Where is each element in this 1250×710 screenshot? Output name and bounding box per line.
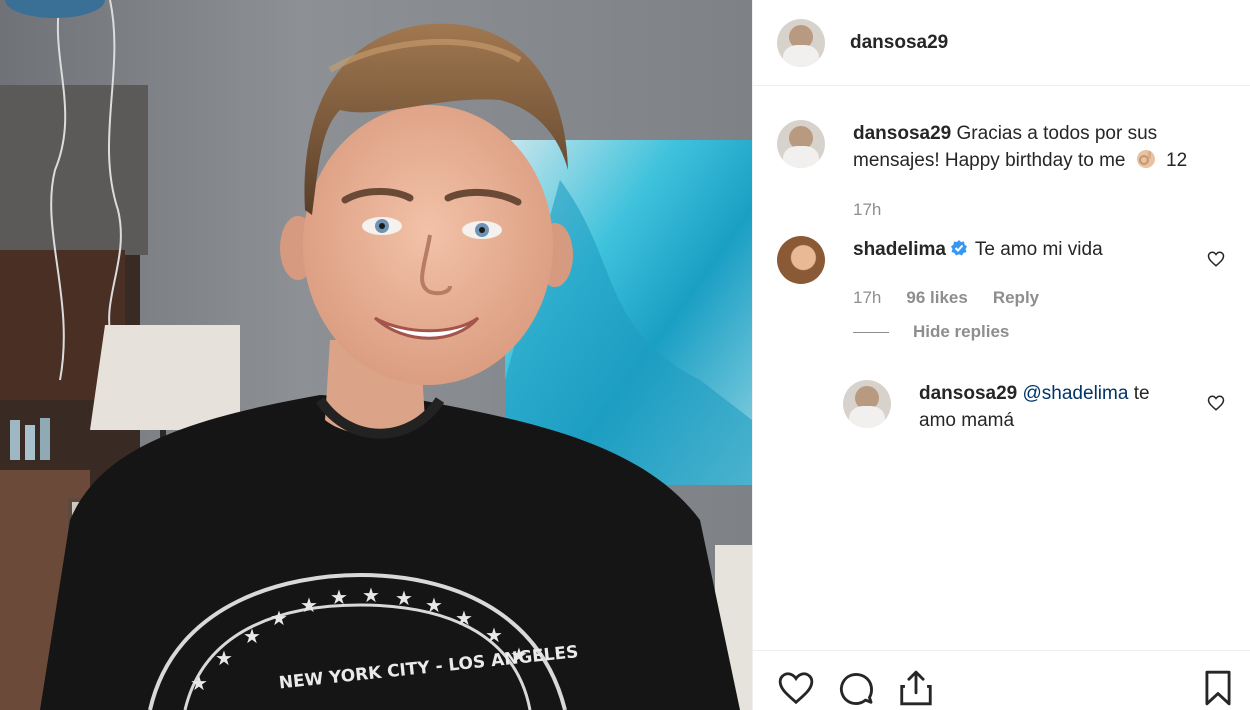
comment-like-heart-icon[interactable] [1207, 250, 1225, 268]
comment-time[interactable]: 17h [853, 288, 881, 308]
reply-body-2: amo mamá [919, 410, 1015, 431]
svg-text:★: ★ [270, 606, 288, 630]
svg-text:★: ★ [243, 624, 261, 648]
reply-text: dansosa29 @shadelima te amo mamá [919, 380, 1150, 434]
caption-time[interactable]: 17h [853, 200, 881, 220]
svg-text:★: ★ [362, 583, 380, 607]
caption-meta: 17h [853, 200, 881, 220]
svg-text:★: ★ [425, 593, 443, 617]
caption-avatar[interactable] [777, 120, 825, 168]
post-action-bar [753, 650, 1250, 710]
photo-illustration: ★★★ ★★ ★ ★ ★ ★ ★★★ NEW YORK CITY - LOS ANGE… [0, 0, 752, 710]
owner-username[interactable]: dansosa29 [850, 32, 948, 54]
reply-like-heart-icon[interactable] [1207, 394, 1225, 412]
hide-replies-label: Hide replies [913, 322, 1010, 341]
caption-tail: 12 [1166, 150, 1188, 171]
hide-replies-divider [853, 331, 889, 333]
reply-item: dansosa29 @shadelima te amo mamá [843, 380, 1237, 450]
svg-text:★: ★ [330, 585, 348, 609]
caption-text: dansosa29 Gracias a todos por sus mensaj… [853, 120, 1187, 174]
caption-line2: mensajes! Happy birthday to me [853, 150, 1126, 171]
comment-meta: 17h 96 likes Reply [853, 288, 1039, 308]
reply-avatar[interactable] [843, 380, 891, 428]
svg-text:★: ★ [395, 586, 413, 610]
commenter-avatar[interactable] [777, 236, 825, 284]
comment-likes[interactable]: 96 likes [906, 288, 967, 308]
svg-text:★: ★ [215, 646, 233, 670]
post-photo[interactable]: ★ ★ ★ ★ ★ ★ ★ ★ ★ ★ ★ ★ NEW YORK CITY - LOS ANGE… [0, 0, 752, 710]
caption: dansosa29 Gracias a todos por sus mensaj… [777, 120, 1237, 230]
verified-badge-icon [950, 240, 967, 256]
svg-text:★: ★ [455, 606, 473, 630]
post-header: dansosa29 [753, 0, 1250, 86]
share-icon[interactable] [897, 669, 935, 707]
comment-reply-button[interactable]: Reply [993, 288, 1039, 308]
comment-username[interactable]: shadelima [853, 239, 946, 260]
ok-hand-emoji-icon [1136, 150, 1155, 168]
comment-text: shadelima Te amo mi vida [853, 236, 1103, 263]
reply-body-1: te [1133, 383, 1150, 404]
svg-text:★: ★ [190, 671, 208, 695]
svg-text:★: ★ [485, 623, 503, 647]
reply-mention[interactable]: @shadelima [1023, 383, 1129, 404]
owner-avatar[interactable] [777, 18, 825, 67]
bookmark-icon[interactable] [1199, 669, 1237, 707]
caption-line1: Gracias a todos por sus [956, 123, 1158, 144]
heart-icon[interactable] [777, 669, 815, 707]
post-side-panel: dansosa29 dansosa29 Gracias a todos por … [752, 0, 1250, 710]
reply-username[interactable]: dansosa29 [919, 383, 1017, 404]
svg-text:★: ★ [300, 593, 318, 617]
hide-replies-toggle[interactable]: Hide replies [853, 322, 1009, 342]
caption-username[interactable]: dansosa29 [853, 123, 951, 144]
comment-icon[interactable] [837, 669, 875, 707]
comment-body: Te amo mi vida [974, 239, 1103, 260]
